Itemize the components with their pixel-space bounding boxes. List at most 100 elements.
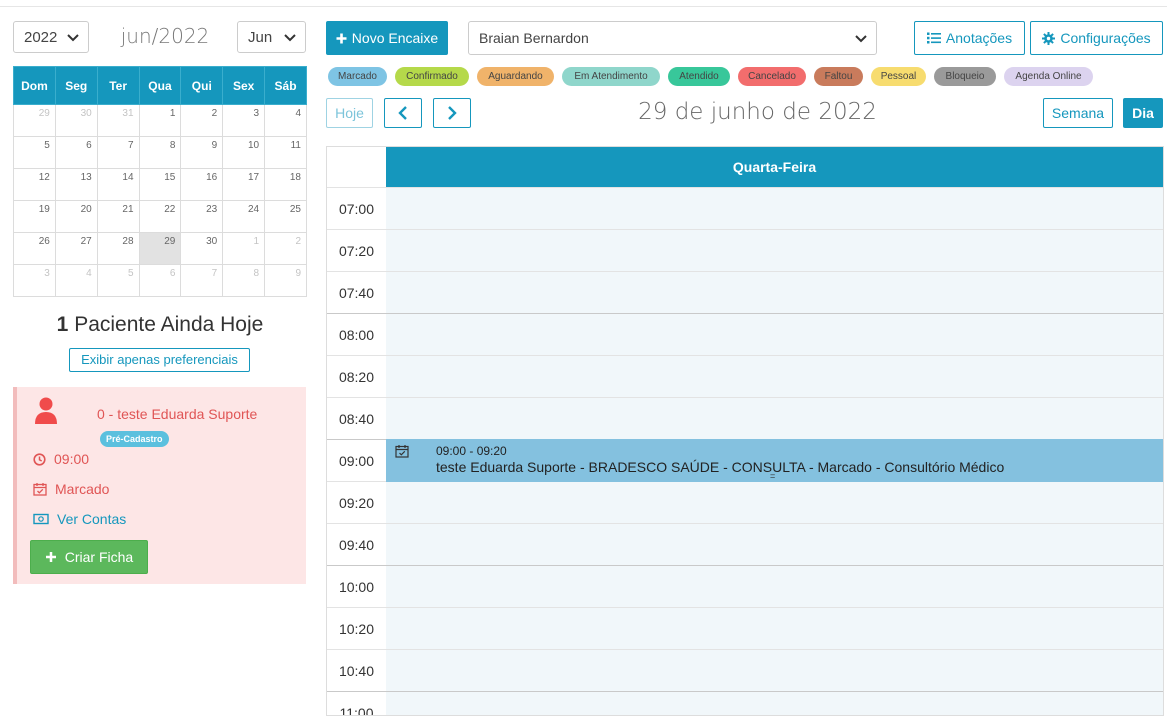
time-slot[interactable] <box>386 230 1163 271</box>
calendar-day[interactable]: 1 <box>138 104 182 137</box>
calendar-day[interactable]: 27 <box>54 232 98 265</box>
calendar-day[interactable]: 20 <box>54 200 98 233</box>
weekday-header: Qua <box>138 66 182 105</box>
calendar-day[interactable]: 17 <box>222 168 266 201</box>
calendar-day[interactable]: 9 <box>264 264 307 297</box>
calendar-day[interactable]: 26 <box>13 232 56 265</box>
time-slot[interactable] <box>386 482 1163 523</box>
calendar-day[interactable]: 24 <box>222 200 266 233</box>
time-slot[interactable] <box>386 524 1163 565</box>
calendar-day[interactable]: 15 <box>138 168 182 201</box>
calendar-day[interactable]: 4 <box>54 264 98 297</box>
calendar-day[interactable]: 14 <box>96 168 140 201</box>
calendar-day[interactable]: 9 <box>180 136 224 169</box>
chevron-down-icon <box>284 34 296 42</box>
calendar-day[interactable]: 31 <box>96 104 140 137</box>
resize-handle[interactable]: = <box>770 472 775 481</box>
calendar-day-selected[interactable]: 29 <box>138 232 182 265</box>
calendar-day[interactable]: 5 <box>13 136 56 169</box>
time-slot[interactable] <box>386 566 1163 607</box>
appointment-time: 09:00 - 09:20 <box>436 444 507 458</box>
legend-atendido[interactable]: Atendido <box>668 67 730 86</box>
month-select-value: Jun <box>248 28 273 46</box>
calendar-day[interactable]: 3 <box>13 264 56 297</box>
calendar-day[interactable]: 16 <box>180 168 224 201</box>
patient-name[interactable]: 0 - teste Eduarda Suporte <box>97 406 257 422</box>
time-slot[interactable] <box>386 356 1163 397</box>
legend-marcado[interactable]: Marcado <box>328 67 387 86</box>
doctor-select[interactable]: Braian Bernardon <box>468 21 877 55</box>
month-select[interactable]: Jun <box>237 21 306 53</box>
week-view-button[interactable]: Semana <box>1043 98 1113 128</box>
legend-em-atendimento[interactable]: Em Atendimento <box>562 67 660 86</box>
chevron-down-icon <box>67 34 79 42</box>
schedule-header: Quarta-Feira <box>327 147 1163 187</box>
calendar-week: 12 13 14 15 16 17 18 <box>13 168 307 201</box>
time-slot[interactable] <box>386 650 1163 691</box>
calendar-day[interactable]: 7 <box>180 264 224 297</box>
calendar-day[interactable]: 19 <box>13 200 56 233</box>
calendar-day[interactable]: 29 <box>13 104 56 137</box>
legend-cancelado[interactable]: Cancelado <box>738 67 806 86</box>
calendar-day[interactable]: 10 <box>222 136 266 169</box>
prev-day-button[interactable] <box>384 98 422 128</box>
time-row: 10:20 <box>327 607 1163 649</box>
day-view-button[interactable]: Dia <box>1123 98 1163 128</box>
legend-agenda-online[interactable]: Agenda Online <box>1004 67 1093 86</box>
calendar-day[interactable]: 3 <box>222 104 266 137</box>
patient-status-row: Marcado <box>33 481 109 497</box>
calendar-day[interactable]: 22 <box>138 200 182 233</box>
time-slot[interactable] <box>386 314 1163 355</box>
user-icon <box>35 397 57 424</box>
time-row: 08:00 <box>327 313 1163 355</box>
view-accounts-link[interactable]: Ver Contas <box>33 511 126 527</box>
calendar-day[interactable]: 30 <box>54 104 98 137</box>
calendar-day[interactable]: 12 <box>13 168 56 201</box>
current-date-title: 29 de junho de 2022 <box>638 99 877 125</box>
calendar-day[interactable]: 4 <box>264 104 307 137</box>
legend-bloqueio[interactable]: Bloqueio <box>934 67 996 86</box>
notes-button[interactable]: Anotações <box>914 21 1025 55</box>
legend-confirmado[interactable]: Confirmado <box>395 67 469 86</box>
calendar-day[interactable]: 18 <box>264 168 307 201</box>
calendar-day[interactable]: 11 <box>264 136 307 169</box>
legend-aguardando[interactable]: Aguardando <box>477 67 554 86</box>
calendar-day[interactable]: 2 <box>180 104 224 137</box>
year-select[interactable]: 2022 <box>13 21 89 53</box>
settings-button[interactable]: Configurações <box>1030 21 1163 55</box>
today-button[interactable]: Hoje <box>326 98 373 128</box>
preferential-filter-button[interactable]: Exibir apenas preferenciais <box>69 348 250 372</box>
calendar-day[interactable]: 7 <box>96 136 140 169</box>
calendar-day[interactable]: 28 <box>96 232 140 265</box>
day-schedule: Quarta-Feira 07:00 07:20 07:40 08:00 08:… <box>326 146 1164 716</box>
time-slot[interactable] <box>386 608 1163 649</box>
appointment-event[interactable]: 09:00 - 09:20 teste Eduarda Suporte - BR… <box>386 439 1163 482</box>
calendar-day[interactable]: 13 <box>54 168 98 201</box>
legend-faltou[interactable]: Faltou <box>814 67 863 86</box>
calendar-day[interactable]: 25 <box>264 200 307 233</box>
time-label: 09:00 <box>327 440 387 481</box>
calendar-day[interactable]: 8 <box>138 136 182 169</box>
time-label: 08:20 <box>327 356 387 397</box>
top-border <box>0 0 1167 7</box>
legend-pessoal[interactable]: Pessoal <box>871 67 926 86</box>
time-slot[interactable] <box>386 188 1163 229</box>
list-icon <box>926 32 941 44</box>
calendar-day[interactable]: 6 <box>54 136 98 169</box>
new-fit-in-button[interactable]: Novo Encaixe <box>326 21 448 55</box>
time-row: 08:20 <box>327 355 1163 397</box>
create-record-label: Criar Ficha <box>64 549 134 565</box>
calendar-day[interactable]: 23 <box>180 200 224 233</box>
calendar-day[interactable]: 5 <box>96 264 140 297</box>
calendar-day[interactable]: 2 <box>264 232 307 265</box>
calendar-day[interactable]: 30 <box>180 232 224 265</box>
time-slot[interactable] <box>386 692 1163 715</box>
create-record-button[interactable]: Criar Ficha <box>30 540 148 574</box>
calendar-day[interactable]: 6 <box>138 264 182 297</box>
calendar-day[interactable]: 21 <box>96 200 140 233</box>
time-slot[interactable] <box>386 272 1163 313</box>
next-day-button[interactable] <box>433 98 471 128</box>
calendar-day[interactable]: 1 <box>222 232 266 265</box>
calendar-day[interactable]: 8 <box>222 264 266 297</box>
time-slot[interactable] <box>386 398 1163 439</box>
